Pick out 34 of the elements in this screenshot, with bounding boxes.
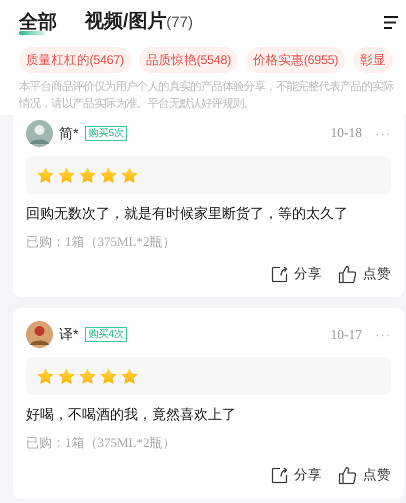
star-icon [78,366,97,386]
tab[interactable]: 全部 [19,10,57,36]
star-icon [57,166,76,184]
avatar[interactable] [26,321,53,348]
share-button[interactable]: 分享 [271,264,322,284]
purchase-badge: 购买4次 [85,327,128,342]
tab[interactable]: 视频/图片(77) [85,8,193,36]
purchased-spec: 已购：1箱（375ML*2瓶） [26,233,176,251]
disclaimer-text: 本平台商品评价仅为用户个人的真实的产品体验分享，不能完整代表产品的实际情况，请以产品实际为准。平台无默认好评规则。 [19,79,395,112]
star-icon [78,166,97,184]
star-icon [120,366,139,386]
star-icon [99,366,118,386]
share-button[interactable]: 分享 [271,465,322,486]
share-icon [271,266,288,283]
like-button[interactable]: 点赞 [338,264,391,284]
review-date: 10-17 [330,326,362,344]
user-name: 译* [59,325,78,344]
star-icon [36,166,55,184]
thumbs-up-icon [338,264,357,284]
thumbs-up-icon [338,466,357,485]
review-text: 好喝，不喝酒的我，竟然喜欢上了 [26,405,237,424]
review-date: 10-18 [330,124,362,142]
purchased-spec: 已购：1箱（375ML*2瓶） [26,434,176,452]
star-icon [57,366,76,386]
sort-icon[interactable] [384,16,398,28]
purchase-badge: 购买5次 [85,126,128,141]
avatar[interactable] [26,120,53,147]
share-icon [271,466,288,484]
user-name: 简* [59,124,78,143]
star-icon [120,166,139,184]
star-icon [99,166,118,184]
star-icon [36,366,55,386]
review-text: 回购无数次了，就是有时候家里断货了，等的太久了 [26,204,349,223]
like-button[interactable]: 点赞 [338,465,391,486]
